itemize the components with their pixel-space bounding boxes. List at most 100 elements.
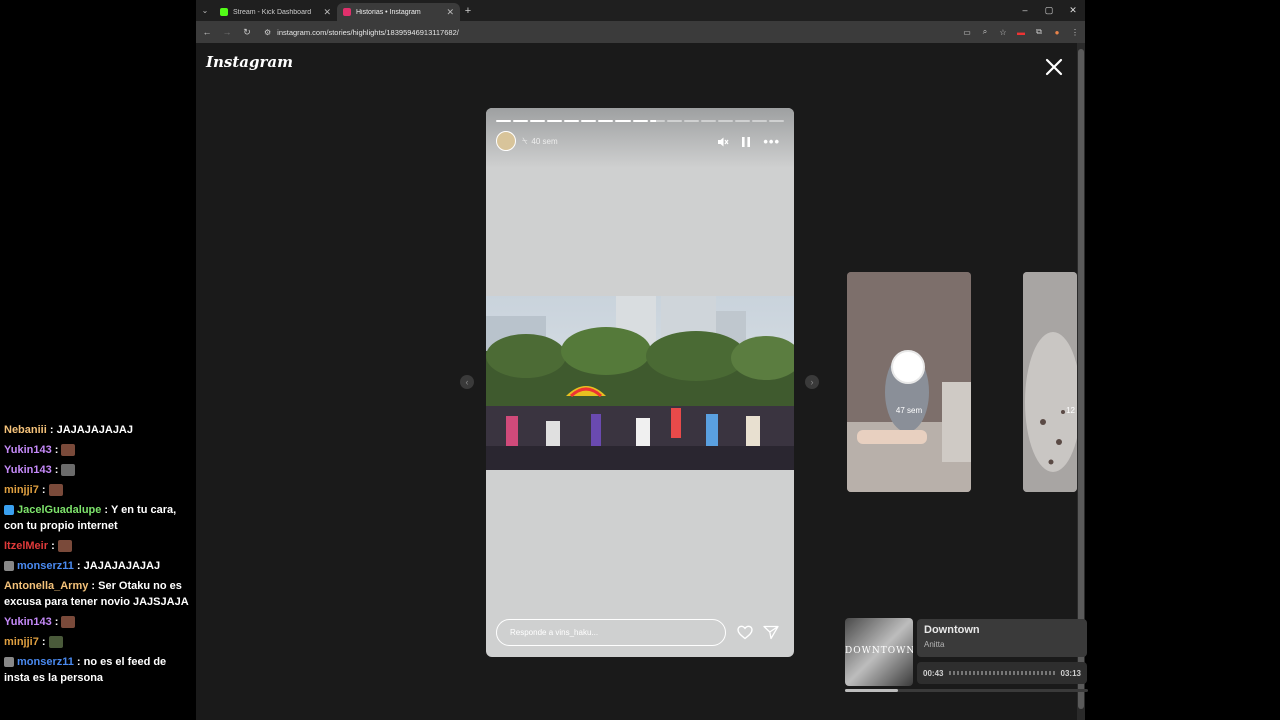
tab-title: Historias • Instagram — [356, 8, 421, 16]
bookmark-star-icon[interactable]: ☆ — [997, 28, 1009, 37]
profile-avatar-icon[interactable]: ● — [1051, 28, 1063, 37]
chat-username: ItzelMeir — [4, 540, 49, 552]
address-bar-row: ← → ↻ ⚙ instagram.com/stories/highlights… — [196, 21, 1085, 43]
song-artist: Anitta — [924, 640, 945, 649]
track-duration: 03:13 — [1060, 668, 1081, 678]
chat-emote-icon — [48, 484, 63, 497]
back-arrow-icon[interactable]: ← — [200, 27, 214, 37]
chat-username: JacelGuadalupe — [17, 504, 102, 516]
maximize-button[interactable]: ▢ — [1037, 5, 1061, 16]
elapsed-time: 00:43 — [923, 668, 944, 678]
chat-text: : — [51, 616, 62, 628]
chat-text: : — [48, 540, 58, 552]
music-progress-fill — [845, 689, 899, 692]
window-controls: – ▢ ✕ — [1013, 5, 1085, 16]
close-story-icon[interactable] — [1044, 57, 1064, 77]
site-info-icon[interactable]: ⚙ — [264, 28, 271, 37]
chat-badge-icon — [4, 505, 14, 516]
story-progress-segment — [683, 120, 699, 122]
story-progress-segment — [751, 120, 767, 122]
next-story-preview[interactable]: 47 sem — [847, 272, 971, 492]
story-progress-segment — [734, 120, 750, 122]
cast-icon[interactable]: ▭ — [961, 28, 973, 37]
chat-text: : JAJAJAJAJAJ — [73, 560, 161, 572]
chat-text: : JAJAJAJAJAJ — [46, 424, 133, 436]
track-time-bar: 00:43 03:13 — [917, 662, 1087, 684]
preview-user-avatar — [891, 350, 925, 384]
like-heart-icon[interactable] — [737, 625, 753, 640]
tab-kick-dashboard[interactable]: Stream - Kick Dashboard ✕ — [214, 3, 337, 21]
share-send-icon[interactable] — [763, 625, 779, 640]
minimize-button[interactable]: – — [1013, 5, 1037, 16]
extensions-puzzle-icon[interactable]: ⧉ — [1033, 27, 1045, 37]
forward-arrow-icon[interactable]: → — [220, 27, 234, 37]
next-story-arrow-icon[interactable]: › — [805, 375, 819, 389]
reload-icon[interactable]: ↻ — [240, 27, 254, 38]
chat-username: Yukin143 — [4, 464, 52, 476]
following-story-preview[interactable]: 12 — [1023, 272, 1077, 492]
story-viewer[interactable]: ⍀ 40 sem ••• Responde a vins_haku... — [486, 108, 794, 657]
chat-text: : — [51, 464, 62, 476]
tab-search-chevron-icon[interactable]: ⌄ — [196, 0, 214, 21]
kick-favicon-icon — [220, 8, 228, 16]
chat-username: minjji7 — [4, 484, 39, 496]
chat-username: Yukin143 — [4, 444, 52, 456]
chat-message: JacelGuadalupe : Y en tu cara, con tu pr… — [0, 500, 196, 536]
chat-emote-icon — [61, 616, 76, 629]
track-info: Downtown Anitta — [917, 619, 1087, 657]
reply-input[interactable]: Responde a vins_haku... — [496, 619, 726, 646]
zoom-icon[interactable]: ⌕ — [979, 27, 991, 37]
tab-instagram-stories[interactable]: Historias • Instagram ✕ — [337, 3, 460, 21]
chat-emote-icon — [57, 540, 72, 553]
extension-red-icon[interactable]: ▬ — [1015, 28, 1027, 37]
chat-message: monserz11 : no es el feed de insta es la… — [0, 652, 196, 688]
story-user-avatar[interactable] — [496, 131, 516, 151]
stream-chat: Nebaniii : JAJAJAJAJAJ Yukin143 : Yukin14… — [0, 420, 196, 688]
story-photo-parade — [486, 296, 794, 470]
chat-message: Yukin143 : — [0, 460, 196, 480]
chat-username: Nebaniii — [4, 424, 47, 436]
chat-username: minjji7 — [4, 636, 39, 648]
song-title: Downtown — [924, 624, 980, 636]
chat-message: Nebaniii : JAJAJAJAJAJ — [0, 420, 196, 440]
close-window-button[interactable]: ✕ — [1061, 5, 1085, 16]
pause-icon[interactable] — [741, 136, 751, 148]
reply-placeholder: Responde a vins_haku... — [510, 628, 599, 637]
new-tab-plus-icon[interactable]: + — [460, 5, 476, 17]
tab-close-icon[interactable]: ✕ — [323, 7, 331, 18]
chat-badge-icon — [4, 657, 14, 668]
story-progress-segment — [632, 120, 648, 122]
chat-emote-icon — [61, 464, 76, 477]
chat-message: Yukin143 : — [0, 440, 196, 460]
story-progress-segment — [496, 120, 512, 122]
story-progress-segment — [513, 120, 529, 122]
story-progress-segment — [649, 120, 665, 122]
menu-kebab-icon[interactable]: ⋮ — [1069, 28, 1081, 37]
tab-close-icon[interactable]: ✕ — [446, 7, 454, 18]
preview-time: 47 sem — [895, 406, 923, 415]
chat-message: minjji7 : — [0, 480, 196, 500]
mute-icon[interactable] — [717, 136, 729, 148]
story-controls: ••• — [717, 134, 780, 149]
instagram-favicon-icon — [343, 8, 351, 16]
chat-username: Antonella_Army — [4, 580, 89, 592]
story-progress-segment — [598, 120, 614, 122]
more-options-icon[interactable]: ••• — [763, 134, 780, 149]
chat-emote-icon — [61, 444, 76, 457]
chat-username: monserz11 — [17, 656, 74, 668]
browser-window: ⌄ Stream - Kick Dashboard ✕ Historias • … — [196, 0, 1085, 720]
track-waveform — [949, 671, 1055, 675]
story-progress-segment — [564, 120, 580, 122]
chat-message: Antonella_Army : Ser Otaku no es excusa … — [0, 576, 196, 612]
chat-message: ItzelMeir : — [0, 536, 196, 556]
story-progress-segment — [717, 120, 733, 122]
url-field[interactable]: ⚙ instagram.com/stories/highlights/18395… — [260, 28, 955, 37]
chat-message: minjji7 : — [0, 632, 196, 652]
chat-badge-icon — [4, 561, 14, 572]
instagram-logo[interactable]: Instagram — [206, 53, 293, 71]
preview-thumbnail — [1023, 272, 1077, 492]
scrollbar-thumb[interactable] — [1078, 49, 1084, 709]
preview-time: 12 — [1066, 406, 1075, 415]
music-progress-bar — [845, 689, 1088, 692]
previous-story-arrow-icon[interactable]: ‹ — [460, 375, 474, 389]
